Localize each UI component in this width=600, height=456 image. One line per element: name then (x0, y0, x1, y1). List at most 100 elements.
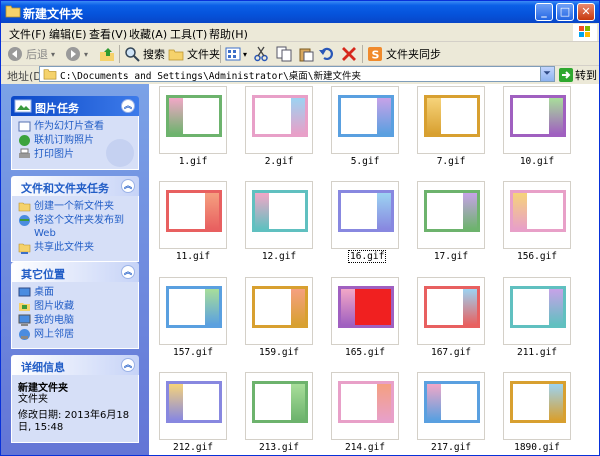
file-thumbnail[interactable] (331, 181, 399, 249)
file-name-label[interactable]: 156.gif (499, 251, 575, 262)
new-folder-link[interactable]: 创建一个新文件夹 (18, 200, 132, 213)
close-button[interactable]: ✕ (577, 3, 595, 21)
forward-dropdown-icon[interactable]: ▾ (84, 50, 88, 59)
file-thumbnail[interactable] (331, 86, 399, 154)
file-name-label[interactable]: 217.gif (413, 442, 489, 453)
sync-icon: S (368, 47, 382, 62)
collapse-chevron-icon[interactable]: ︽ (121, 265, 135, 279)
file-name-label[interactable]: 165.gif (327, 347, 403, 358)
paste-button[interactable] (298, 45, 314, 63)
desktop-link[interactable]: 桌面 (18, 286, 132, 299)
file-name-label[interactable]: 10.gif (499, 156, 575, 167)
my-pictures-link[interactable]: 图片收藏 (18, 300, 132, 313)
details-header[interactable]: 详细信息 ︽ (11, 355, 139, 375)
file-thumbnail[interactable] (159, 181, 227, 249)
back-label: 后退 (26, 48, 48, 61)
file-name-label[interactable]: 2.gif (241, 156, 317, 167)
up-button[interactable] (99, 45, 115, 63)
folders-button[interactable]: 文件夹 (168, 45, 220, 63)
go-button[interactable]: 转到 (559, 67, 597, 82)
file-thumbnail[interactable] (245, 181, 313, 249)
file-view[interactable]: 1.gif 2.gif 5.gif 7.gif 10.gif 11.gif 12.gif 16… (149, 84, 599, 455)
views-dropdown-icon[interactable]: ▾ (243, 50, 247, 59)
menu-edit[interactable]: 编辑(E) (49, 26, 87, 42)
maximize-button[interactable]: □ (556, 3, 574, 21)
thumbnail-image (338, 190, 394, 232)
search-button[interactable]: 搜索 (124, 45, 165, 63)
file-thumbnail[interactable] (503, 277, 571, 345)
minimize-button[interactable]: _ (535, 3, 553, 21)
file-name-label[interactable]: 167.gif (413, 347, 489, 358)
file-tasks-panel: 文件和文件夹任务 ︽ 创建一个新文件夹 将这个文件夹发布到 Web 共享此文件夹 (11, 176, 139, 262)
file-thumbnail[interactable] (159, 372, 227, 440)
file-name-label[interactable]: 213.gif (241, 442, 317, 453)
file-thumbnail[interactable] (503, 86, 571, 154)
picture-tasks-panel: 图片任务 ︽ 作为幻灯片查看 联机订购照片 打印图片 (11, 96, 139, 170)
folder-sync-button[interactable]: S 文件夹同步 (367, 45, 441, 63)
title-bar[interactable]: 新建文件夹 _ □ ✕ (1, 1, 599, 23)
file-name-label[interactable]: 5.gif (327, 156, 403, 167)
thumbnail-image (510, 381, 566, 423)
file-thumbnail[interactable] (245, 277, 313, 345)
toolbar: 后退 ▾ ▾ 搜索 文件夹 ▾ S 文件夹同步 (1, 42, 599, 66)
file-thumbnail[interactable] (417, 372, 485, 440)
file-thumbnail[interactable] (245, 86, 313, 154)
collapse-chevron-icon[interactable]: ︽ (121, 358, 135, 372)
collapse-chevron-icon[interactable]: ︽ (121, 99, 135, 113)
file-name-label[interactable]: 211.gif (499, 347, 575, 358)
cut-button[interactable] (253, 45, 269, 63)
thumbnail-image (166, 286, 222, 328)
undo-button[interactable] (319, 45, 335, 63)
file-name-label[interactable]: 212.gif (155, 442, 231, 453)
file-thumbnail[interactable] (331, 372, 399, 440)
file-thumbnail[interactable] (417, 86, 485, 154)
undo-icon (319, 47, 333, 61)
menu-file[interactable]: 文件(F) (9, 26, 46, 42)
publish-web-link[interactable]: 将这个文件夹发布到 Web (18, 214, 132, 240)
collapse-chevron-icon[interactable]: ︽ (121, 179, 135, 193)
address-input[interactable]: C:\Documents and Settings\Administrator\… (39, 66, 555, 82)
file-name-label[interactable]: 7.gif (413, 156, 489, 167)
file-thumbnail[interactable] (417, 181, 485, 249)
file-name-label[interactable]: 11.gif (155, 251, 231, 262)
other-places-header[interactable]: 其它位置 ︽ (11, 262, 139, 282)
back-dropdown-icon[interactable]: ▾ (51, 50, 55, 59)
menu-favorites[interactable]: 收藏(A) (129, 26, 167, 42)
copy-button[interactable] (276, 45, 292, 63)
details-modified-date: 修改日期: 2013年6月18日, 15:48 (18, 410, 130, 433)
file-name-label[interactable]: 12.gif (241, 251, 317, 262)
back-button[interactable]: 后退 ▾ (7, 45, 55, 63)
menu-help[interactable]: 帮助(H) (209, 26, 248, 42)
file-thumbnail[interactable] (417, 277, 485, 345)
menu-view[interactable]: 查看(V) (89, 26, 127, 42)
file-thumbnail[interactable] (159, 277, 227, 345)
file-thumbnail[interactable] (245, 372, 313, 440)
file-name-label[interactable]: 1890.gif (499, 442, 575, 453)
file-name-label[interactable]: 17.gif (413, 251, 489, 262)
views-button[interactable]: ▾ (225, 45, 247, 63)
share-folder-link[interactable]: 共享此文件夹 (18, 241, 132, 254)
order-prints-label: 联机订购照片 (34, 135, 94, 146)
address-dropdown-button[interactable] (540, 67, 554, 81)
file-thumbnail[interactable] (503, 181, 571, 249)
file-name-label[interactable]: 159.gif (241, 347, 317, 358)
file-name-label[interactable]: 157.gif (155, 347, 231, 358)
thumbnail-image (252, 286, 308, 328)
svg-text:S: S (372, 49, 380, 62)
file-thumbnail[interactable] (503, 372, 571, 440)
file-name-label[interactable]: 214.gif (327, 442, 403, 453)
file-tasks-header[interactable]: 文件和文件夹任务 ︽ (11, 176, 139, 196)
file-name-label[interactable]: 16.gif (347, 250, 387, 263)
network-places-link[interactable]: 网上邻居 (18, 328, 132, 341)
delete-button[interactable] (341, 45, 357, 63)
file-name-label[interactable]: 1.gif (155, 156, 231, 167)
menu-tools[interactable]: 工具(T) (170, 26, 207, 42)
other-places-title: 其它位置 (21, 268, 65, 281)
file-thumbnail[interactable] (331, 277, 399, 345)
picture-tasks-header[interactable]: 图片任务 ︽ (11, 96, 139, 116)
slideshow-link[interactable]: 作为幻灯片查看 (18, 120, 132, 133)
my-computer-link[interactable]: 我的电脑 (18, 314, 132, 327)
file-thumbnail[interactable] (159, 86, 227, 154)
forward-button[interactable]: ▾ (65, 45, 88, 63)
other-places-body: 桌面 图片收藏 我的电脑 网上邻居 (11, 282, 139, 349)
